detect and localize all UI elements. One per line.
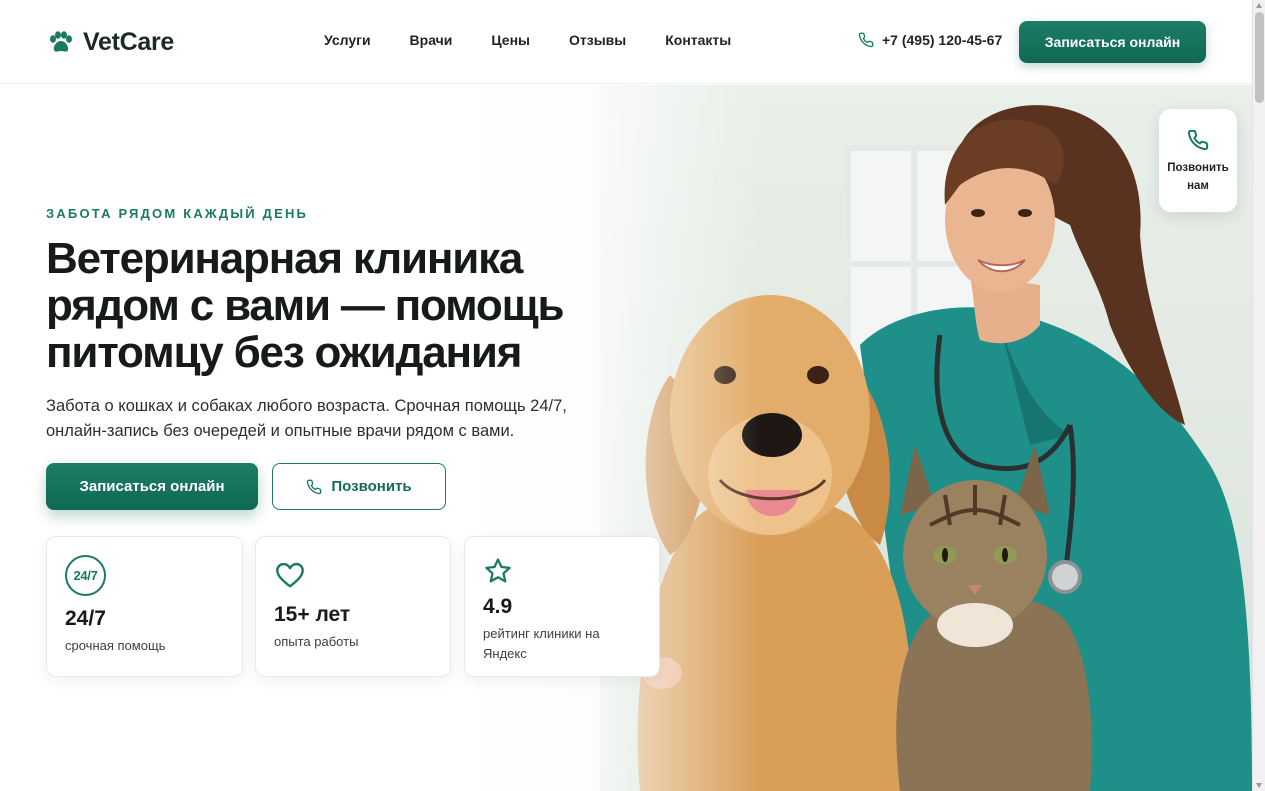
phone-number: +7 (495) 120-45-67 <box>882 32 1003 48</box>
hero-eyebrow: Забота рядом каждый день <box>46 206 309 221</box>
site-header: VetCare Услуги Врачи Цены Отзывы Контакт… <box>0 0 1252 84</box>
logo-text: VetCare <box>83 28 175 56</box>
call-button-label: Позвонить <box>331 478 412 495</box>
nav-item-prices[interactable]: Цены <box>491 32 530 48</box>
scrollbar-thumb[interactable] <box>1255 12 1264 103</box>
stat-card-emergency: 24/7 24/7 срочная помощь <box>46 536 243 677</box>
stat-card-experience: 15+ лет опыта работы <box>255 536 451 677</box>
phone-icon <box>307 479 322 494</box>
stat-value: 24/7 <box>65 607 106 630</box>
scroll-up-arrow-icon[interactable] <box>1256 3 1262 8</box>
page-scrollbar[interactable] <box>1252 0 1265 791</box>
hero-subtitle: Забота о кошках и собаках любого возраст… <box>46 397 567 440</box>
scroll-down-arrow-icon[interactable] <box>1256 783 1262 788</box>
nav-item-contacts[interactable]: Контакты <box>665 32 731 48</box>
call-button[interactable]: Позвонить <box>272 463 446 510</box>
hero-title: Ветеринарная клиника рядом с вами — помо… <box>46 234 565 377</box>
nav-item-services[interactable]: Услуги <box>324 32 371 48</box>
paw-icon <box>50 30 72 52</box>
phone-icon <box>858 32 874 48</box>
stat-label: срочная помощь <box>65 638 166 653</box>
stat-label: рейтинг клиники на Яндекс <box>483 626 600 661</box>
call-widget-label: Позвонить нам <box>1167 162 1229 192</box>
star-icon <box>485 558 511 583</box>
header-book-online-button[interactable]: Записаться онлайн <box>1019 21 1206 63</box>
stat-card-rating: 4.9 рейтинг клиники на Яндекс <box>464 536 660 677</box>
stat-label: опыта работы <box>274 634 359 649</box>
clock-badge-icon: 24/7 <box>65 554 106 596</box>
phone-icon <box>1187 129 1209 151</box>
book-online-button[interactable]: Записаться онлайн <box>46 463 258 510</box>
stat-value: 4.9 <box>483 595 513 618</box>
stat-value: 15+ лет <box>274 603 351 626</box>
header-phone[interactable]: +7 (495) 120-45-67 <box>858 32 1002 48</box>
floating-call-widget[interactable]: Позвонить нам <box>1159 109 1237 212</box>
nav-item-doctors[interactable]: Врачи <box>410 32 453 48</box>
nav-item-reviews[interactable]: Отзывы <box>569 32 626 48</box>
heart-icon <box>276 562 304 588</box>
logo[interactable]: VetCare <box>47 28 174 57</box>
main-nav: Услуги Врачи Цены Отзывы Контакты <box>324 32 770 48</box>
